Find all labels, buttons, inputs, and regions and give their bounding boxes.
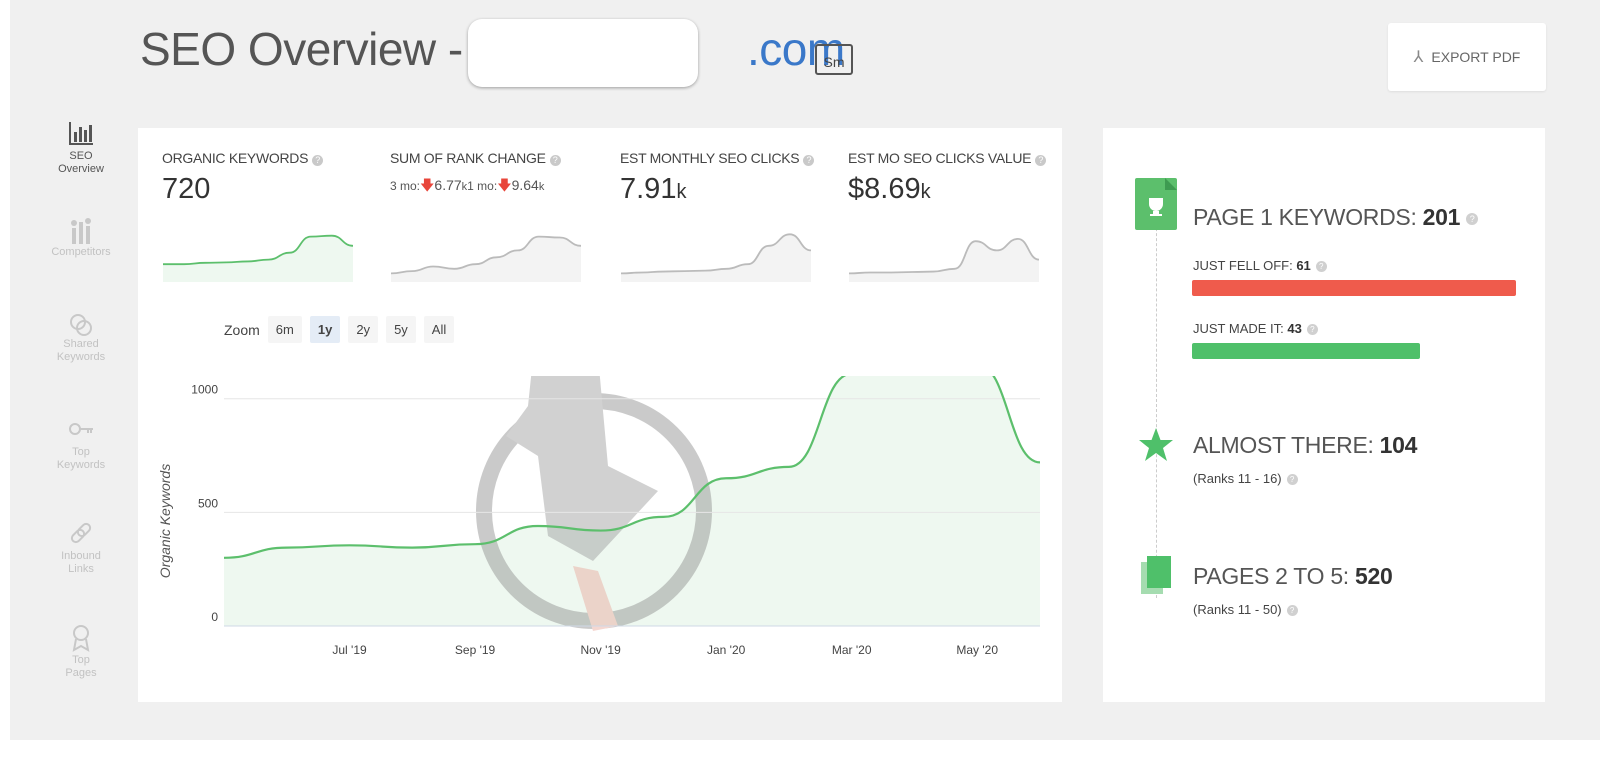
x-tick-label: Jan '20 [707,643,746,657]
rank-summary-card: PAGE 1 KEYWORDS: 201? JUST FELL OFF: 61?… [1103,128,1545,702]
sidebar-item-seo-overview[interactable]: SEO Overview [44,118,118,214]
down-arrow-icon: 🡇 [420,177,435,193]
sidebar-item-inbound-links[interactable]: Inbound Links [44,518,118,622]
zoom-1y-button[interactable]: 1y [309,316,341,343]
just-fell-off-bar [1192,280,1516,296]
metric-est-monthly-seo-clicks: EST MONTHLY SEO CLICKS? 7.91k [620,150,830,206]
metric-est-mo-seo-clicks-value: EST MO SEO CLICKS VALUE? $8.69k [848,150,1058,206]
key-icon [66,414,96,446]
page1-keywords-title: PAGE 1 KEYWORDS: 201? [1193,204,1479,231]
sidebar-item-competitors[interactable]: Competitors [44,214,118,306]
x-tick-label: Jul '19 [332,643,367,657]
sparkline-area [391,236,581,282]
zoom-5y-button[interactable]: 5y [386,316,416,343]
organic-keywords-chart[interactable]: 0 500 1000 Jul '19 Sep '19 Nov '19 Jan '20 Mar … [138,376,1062,696]
link-icon [66,518,96,550]
pages-icon [66,622,96,654]
rank-change-values: 3 mo:🡇6.77k1 mo:🡇9.64k [390,177,545,193]
help-icon[interactable]: ? [1306,324,1318,336]
redaction-box [468,19,698,87]
sparkline-area [621,234,811,282]
sparkline-clicks-value [848,237,1040,282]
almost-there-sub: (Ranks 11 - 16)? [1193,471,1298,486]
zoom-6m-button[interactable]: 6m [267,316,302,343]
sidebar-item-shared-keywords[interactable]: Shared Keywords [44,306,118,414]
export-pdf-label: EXPORT PDF [1431,49,1521,65]
sidebar-item-label: Top Pages [65,654,97,679]
pdf-icon: ⅄ [1413,49,1424,66]
competitors-icon [66,214,96,246]
sidebar-item-label: Inbound Links [61,550,101,575]
y-tick-label: 1000 [191,383,218,397]
x-tick-label: Nov '19 [580,643,621,657]
x-tick-label: Mar '20 [832,643,872,657]
help-icon[interactable]: ? [1035,155,1047,166]
sidebar-item-label: Shared Keywords [56,338,106,363]
star-icon [1139,428,1173,461]
timeline-line [1156,208,1157,598]
sidebar-item-label: Top Keywords [56,446,106,471]
help-icon[interactable]: ? [1466,212,1479,225]
y-tick-label: 0 [211,610,218,624]
sidebar-item-label: Competitors [51,246,111,258]
help-icon[interactable]: ? [549,155,561,166]
pages-stack-icon [1141,556,1171,594]
zoom-label: Zoom [224,321,260,338]
metric-label: ORGANIC KEYWORDS? [162,150,372,166]
help-icon[interactable]: ? [1286,474,1298,486]
shared-keywords-icon [66,306,96,338]
x-tick-label: Sep '19 [455,643,496,657]
y-tick-label: 500 [198,496,218,510]
sidebar-item-top-keywords[interactable]: Top Keywords [44,414,118,518]
app-frame: SEO Overview - ​.com Sm ⅄ EXPORT PDF SEO… [10,0,1600,740]
zoom-2y-button[interactable]: 2y [348,316,379,343]
watermark-logo [476,376,712,631]
just-made-it-label: JUST MADE IT: 43? [1193,321,1318,336]
down-arrow-icon: 🡇 [497,177,512,193]
metric-label: EST MONTHLY SEO CLICKS? [620,150,830,166]
sparkline-organic-keywords [163,234,354,282]
trophy-file-icon [1135,178,1177,230]
metric-sum-of-rank-change: SUM OF RANK CHANGE? 3 mo:🡇6.77k1 mo:🡇9.6… [390,150,600,199]
sparkline-area [163,235,353,282]
metric-value: 7.91k [620,173,687,205]
help-icon[interactable]: ? [1286,605,1298,617]
title-prefix: SEO Overview - [140,23,476,75]
help-icon[interactable]: ? [312,155,324,166]
help-icon[interactable]: ? [803,155,815,166]
sidebar-item-label: SEO Overview [58,150,104,175]
just-fell-off-label: JUST FELL OFF: 61? [1193,258,1327,273]
x-tick-label: May '20 [956,643,998,657]
zoom-controls: Zoom 6m 1y 2y 5y All [224,316,455,343]
sparkline-area [849,238,1039,282]
sidebar-item-top-pages[interactable]: Top Pages [44,622,118,712]
zoom-all-button[interactable]: All [423,316,455,343]
metric-organic-keywords: ORGANIC KEYWORDS? 720 [162,150,372,206]
overview-card: ORGANIC KEYWORDS? 720 SUM OF RANK CHANGE… [138,128,1062,702]
metric-label: EST MO SEO CLICKS VALUE? [848,150,1058,166]
metric-value: 720 [162,173,211,205]
metric-label: SUM OF RANK CHANGE? [390,150,600,166]
sidebar: SEO Overview Competitors Shared Keywords… [44,118,118,712]
metric-value: $8.69k [848,173,931,205]
bar-chart-icon [66,118,96,150]
pages-2-to-5-sub: (Ranks 11 - 50)? [1193,602,1298,617]
pages-2-to-5-title: PAGES 2 TO 5: 520 [1193,563,1393,589]
help-icon[interactable]: ? [1315,261,1327,273]
y-axis-label: Organic Keywords [157,464,173,578]
almost-there-title: ALMOST THERE: 104 [1193,432,1418,458]
sparkline-seo-clicks [620,233,812,282]
just-made-it-bar [1192,343,1420,359]
sm-badge-icon[interactable]: Sm [815,44,853,75]
export-pdf-button[interactable]: ⅄ EXPORT PDF [1388,23,1546,91]
sparkline-rank-change [390,235,582,282]
